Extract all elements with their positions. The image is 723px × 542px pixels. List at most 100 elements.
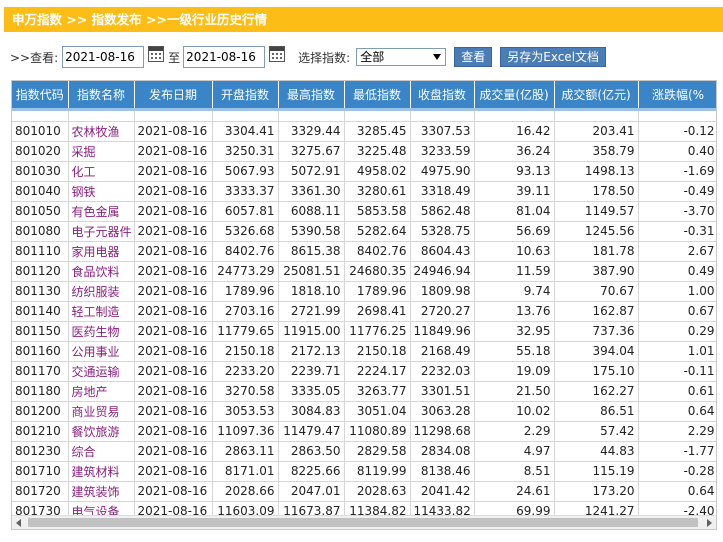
breadcrumb: 申万指数 >> 指数发布 >>一级行业历史行情	[4, 7, 723, 32]
cell-open: 2028.66	[212, 481, 279, 502]
export-excel-button[interactable]: 另存为Excel文档	[500, 47, 607, 67]
cell-date: 2021-08-16	[134, 341, 213, 362]
cell-name[interactable]: 钢铁	[68, 181, 135, 202]
table-row: 801720 建筑装饰 2021-08-16 2028.66 2047.01 2028.6…	[12, 481, 716, 502]
calendar-icon[interactable]	[269, 46, 286, 62]
cell-close: 3301.51	[410, 381, 475, 402]
cell-name[interactable]: 农林牧渔	[68, 121, 135, 142]
cell-open: 8402.76	[212, 241, 279, 262]
scrollbar-thumb[interactable]	[28, 518, 698, 527]
cell-low: 2224.17	[344, 361, 411, 382]
table-row: 801120 食品饮料 2021-08-16 24773.29 25081.51 2468…	[12, 261, 716, 282]
cell-low: 2829.58	[344, 441, 411, 462]
cell-low: 24680.35	[344, 261, 411, 282]
cell-open: 2703.16	[212, 301, 279, 322]
cell-close: 5862.48	[410, 201, 475, 222]
cell-date: 2021-08-16	[134, 121, 213, 142]
cell-amount: 175.10	[554, 361, 639, 382]
cell-code: 801120	[12, 261, 69, 282]
cell-name[interactable]: 建筑装饰	[68, 481, 135, 502]
cell-amount: 394.04	[554, 341, 639, 362]
cell-volume: 55.18	[474, 341, 555, 362]
cell-high: 2239.71	[278, 361, 345, 382]
view-button[interactable]: 查看	[454, 47, 493, 67]
cell-low: 1789.96	[344, 281, 411, 302]
end-date-input[interactable]	[183, 46, 266, 68]
cell-high: 2172.13	[278, 341, 345, 362]
cell-code: 801180	[12, 381, 69, 402]
cell-close: 2168.49	[410, 341, 475, 362]
cell-high: 8225.66	[278, 461, 345, 482]
column-header-name: 指数名称	[68, 81, 135, 111]
cell-high: 8615.38	[278, 241, 345, 262]
cell-name[interactable]: 采掘	[68, 141, 135, 162]
index-select[interactable]: 全部	[356, 48, 447, 66]
cell-open: 2150.18	[212, 341, 279, 362]
cell-amount: 44.83	[554, 441, 639, 462]
cell-change: 0.49	[638, 261, 716, 282]
cell-high: 3361.30	[278, 181, 345, 202]
cell-code: 801020	[12, 141, 69, 162]
cell-volume: 11.59	[474, 261, 555, 282]
table-row: 801710 建筑材料 2021-08-16 8171.01 8225.66 8119.9…	[12, 461, 716, 482]
cell-change: -0.49	[638, 181, 716, 202]
column-header-low: 最低指数	[344, 81, 411, 111]
cell-name[interactable]: 建筑材料	[68, 461, 135, 482]
cell-date: 2021-08-16	[134, 241, 213, 262]
cell-high: 3329.44	[278, 121, 345, 142]
cell-amount: 162.87	[554, 301, 639, 322]
table-row: 801130 纺织服装 2021-08-16 1789.96 1818.10 1789.9…	[12, 281, 716, 302]
horizontal-scrollbar[interactable]	[12, 515, 716, 529]
cell-name[interactable]: 公用事业	[68, 341, 135, 362]
cell-name[interactable]: 电子元器件	[68, 221, 135, 242]
cell-high: 1818.10	[278, 281, 345, 302]
cell-open: 11779.65	[212, 321, 279, 342]
chevron-down-icon	[433, 54, 442, 60]
column-header-code: 指数代码	[12, 81, 69, 111]
cell-name[interactable]: 化工	[68, 161, 135, 182]
table-body: 801010 农林牧渔 2021-08-16 3304.41 3329.44 3285.4…	[12, 109, 716, 522]
cell-name[interactable]: 轻工制造	[68, 301, 135, 322]
cell-date: 2021-08-16	[134, 461, 213, 482]
table-row: 801020 采掘 2021-08-16 3250.31 3275.67 3225.48 3…	[12, 141, 716, 162]
cell-high: 2721.99	[278, 301, 345, 322]
cell-name[interactable]: 有色金属	[68, 201, 135, 222]
cell-date: 2021-08-16	[134, 301, 213, 322]
cell-date: 2021-08-16	[134, 481, 213, 502]
cell-name[interactable]: 餐饮旅游	[68, 421, 135, 442]
cell-amount: 173.20	[554, 481, 639, 502]
cell-name[interactable]: 食品饮料	[68, 261, 135, 282]
cell-date: 2021-08-16	[134, 441, 213, 462]
cell-volume: 24.61	[474, 481, 555, 502]
cell-name[interactable]: 交通运输	[68, 361, 135, 382]
cell-name[interactable]: 商业贸易	[68, 401, 135, 422]
column-header-high: 最高指数	[278, 81, 345, 111]
cell-open: 3053.53	[212, 401, 279, 422]
cell-low: 11080.89	[344, 421, 411, 442]
cell-low: 3285.45	[344, 121, 411, 142]
cell-name[interactable]: 家用电器	[68, 241, 135, 262]
cell-high: 2047.01	[278, 481, 345, 502]
cell-change: -1.77	[638, 441, 716, 462]
cell-volume: 10.02	[474, 401, 555, 422]
cell-date: 2021-08-16	[134, 161, 213, 182]
cell-close: 2834.08	[410, 441, 475, 462]
cell-date: 2021-08-16	[134, 281, 213, 302]
cell-name[interactable]: 综合	[68, 441, 135, 462]
start-date-input[interactable]	[62, 46, 145, 68]
cell-change: 0.67	[638, 301, 716, 322]
cell-amount: 115.19	[554, 461, 639, 482]
cell-date: 2021-08-16	[134, 381, 213, 402]
cell-change: 0.64	[638, 401, 716, 422]
cell-name[interactable]: 纺织服装	[68, 281, 135, 302]
cell-change: 1.01	[638, 341, 716, 362]
cell-change: 0.61	[638, 381, 716, 402]
table-row: 801010 农林牧渔 2021-08-16 3304.41 3329.44 3285.4…	[12, 121, 716, 142]
scroll-right-icon[interactable]	[707, 519, 712, 527]
scroll-left-icon[interactable]	[16, 519, 21, 527]
cell-name[interactable]: 医药生物	[68, 321, 135, 342]
cell-name[interactable]: 房地产	[68, 381, 135, 402]
cell-close: 2720.27	[410, 301, 475, 322]
calendar-icon[interactable]	[148, 46, 165, 62]
cell-change: 2.67	[638, 241, 716, 262]
